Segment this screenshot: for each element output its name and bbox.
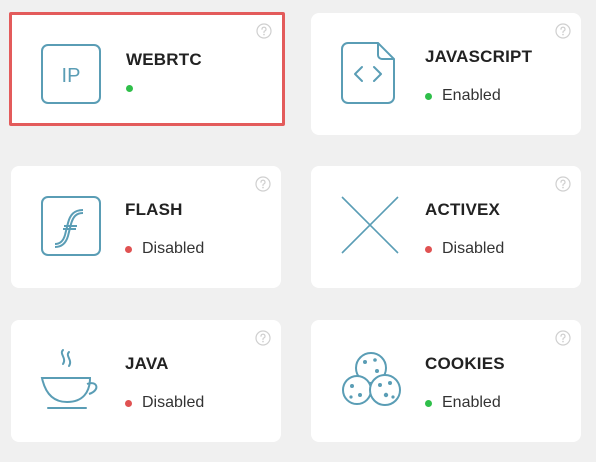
status-dot [125, 245, 132, 253]
status-dot [425, 399, 432, 407]
status-text: Enabled [442, 394, 501, 411]
card-flash[interactable]: FLASH Disabled [11, 166, 281, 288]
card-java[interactable]: JAVA Disabled [11, 320, 281, 442]
card-title: JAVASCRIPT [425, 47, 533, 66]
status-dot [126, 85, 133, 92]
status-dot [425, 92, 432, 100]
card-activex[interactable]: ACTIVEX Disabled [311, 166, 581, 288]
help-icon[interactable] [256, 23, 272, 39]
help-icon[interactable] [555, 330, 571, 346]
status: Disabled [425, 240, 504, 258]
help-icon[interactable] [555, 23, 571, 39]
card-title: ACTIVEX [425, 200, 501, 219]
ip-icon: IP [40, 43, 102, 105]
status-dot [425, 245, 432, 253]
coffee-cup-icon [39, 348, 103, 410]
cookies-icon [341, 350, 403, 412]
help-icon[interactable] [255, 176, 271, 192]
status-text: Enabled [442, 87, 501, 104]
status-text: Disabled [142, 240, 205, 257]
code-file-icon [341, 41, 403, 104]
status-text: Disabled [442, 240, 505, 257]
card-title: WEBRTC [126, 50, 202, 69]
card-title: FLASH [125, 200, 183, 219]
activex-x-icon [340, 195, 402, 257]
card-webrtc[interactable]: IP WEBRTC [9, 12, 285, 126]
card-title: JAVA [125, 354, 169, 373]
card-cookies[interactable]: COOKIES Enabled [311, 320, 581, 442]
status: Enabled [425, 87, 501, 105]
status: Disabled [125, 240, 204, 258]
help-icon[interactable] [555, 176, 571, 192]
status-dot [125, 399, 132, 407]
flash-icon [40, 195, 102, 257]
card-title: COOKIES [425, 354, 505, 373]
help-icon[interactable] [255, 330, 271, 346]
status [126, 85, 143, 92]
status: Enabled [425, 394, 501, 412]
status: Disabled [125, 394, 204, 412]
card-javascript[interactable]: JAVASCRIPT Enabled [311, 13, 581, 135]
svg-text:IP: IP [62, 65, 81, 87]
status-text: Disabled [142, 394, 205, 411]
